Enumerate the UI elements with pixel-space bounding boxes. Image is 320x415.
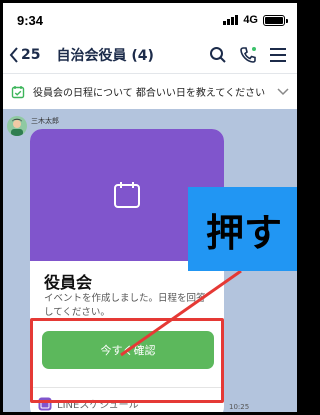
battery-icon xyxy=(263,14,288,26)
status-indicators: 4G xyxy=(223,14,288,26)
status-bar: 9:34 4G xyxy=(3,3,297,37)
network-type: 4G xyxy=(243,14,258,26)
highlight-box xyxy=(30,318,224,403)
back-button[interactable]: 25 xyxy=(9,47,40,63)
chat-title: 自治会役員 (4) xyxy=(56,48,154,64)
unread-count: 25 xyxy=(21,47,41,63)
announcement-text: 役員会の日程について 都合いい日を教えてください xyxy=(33,88,266,99)
press-annotation-label: 押す xyxy=(188,187,297,271)
calendar-icon xyxy=(114,182,140,208)
phone-screen: 9:34 4G 25 自治会役員 (4) 役員会の日程について 都合いい日を教え… xyxy=(0,0,300,415)
event-description: イベントを作成しました。日程を回答してください。 xyxy=(44,293,206,318)
sender-name: 三木太郎 xyxy=(31,117,59,125)
search-icon[interactable] xyxy=(209,46,227,64)
chevron-left-icon xyxy=(9,47,18,63)
announcement-bar[interactable]: 役員会の日程について 都合いい日を教えてください xyxy=(3,73,297,109)
phone-icon[interactable] xyxy=(239,46,257,64)
calendar-check-icon xyxy=(11,85,25,98)
chat-header: 25 自治会役員 (4) xyxy=(3,37,297,73)
event-title: 役員会 xyxy=(44,273,93,292)
avatar[interactable] xyxy=(7,116,27,136)
chevron-down-icon[interactable] xyxy=(277,87,289,96)
signal-icon xyxy=(223,15,239,25)
message-time: 10:25 xyxy=(229,403,250,411)
status-time: 9:34 xyxy=(17,12,44,28)
header-actions xyxy=(209,46,287,64)
menu-icon[interactable] xyxy=(269,47,287,63)
